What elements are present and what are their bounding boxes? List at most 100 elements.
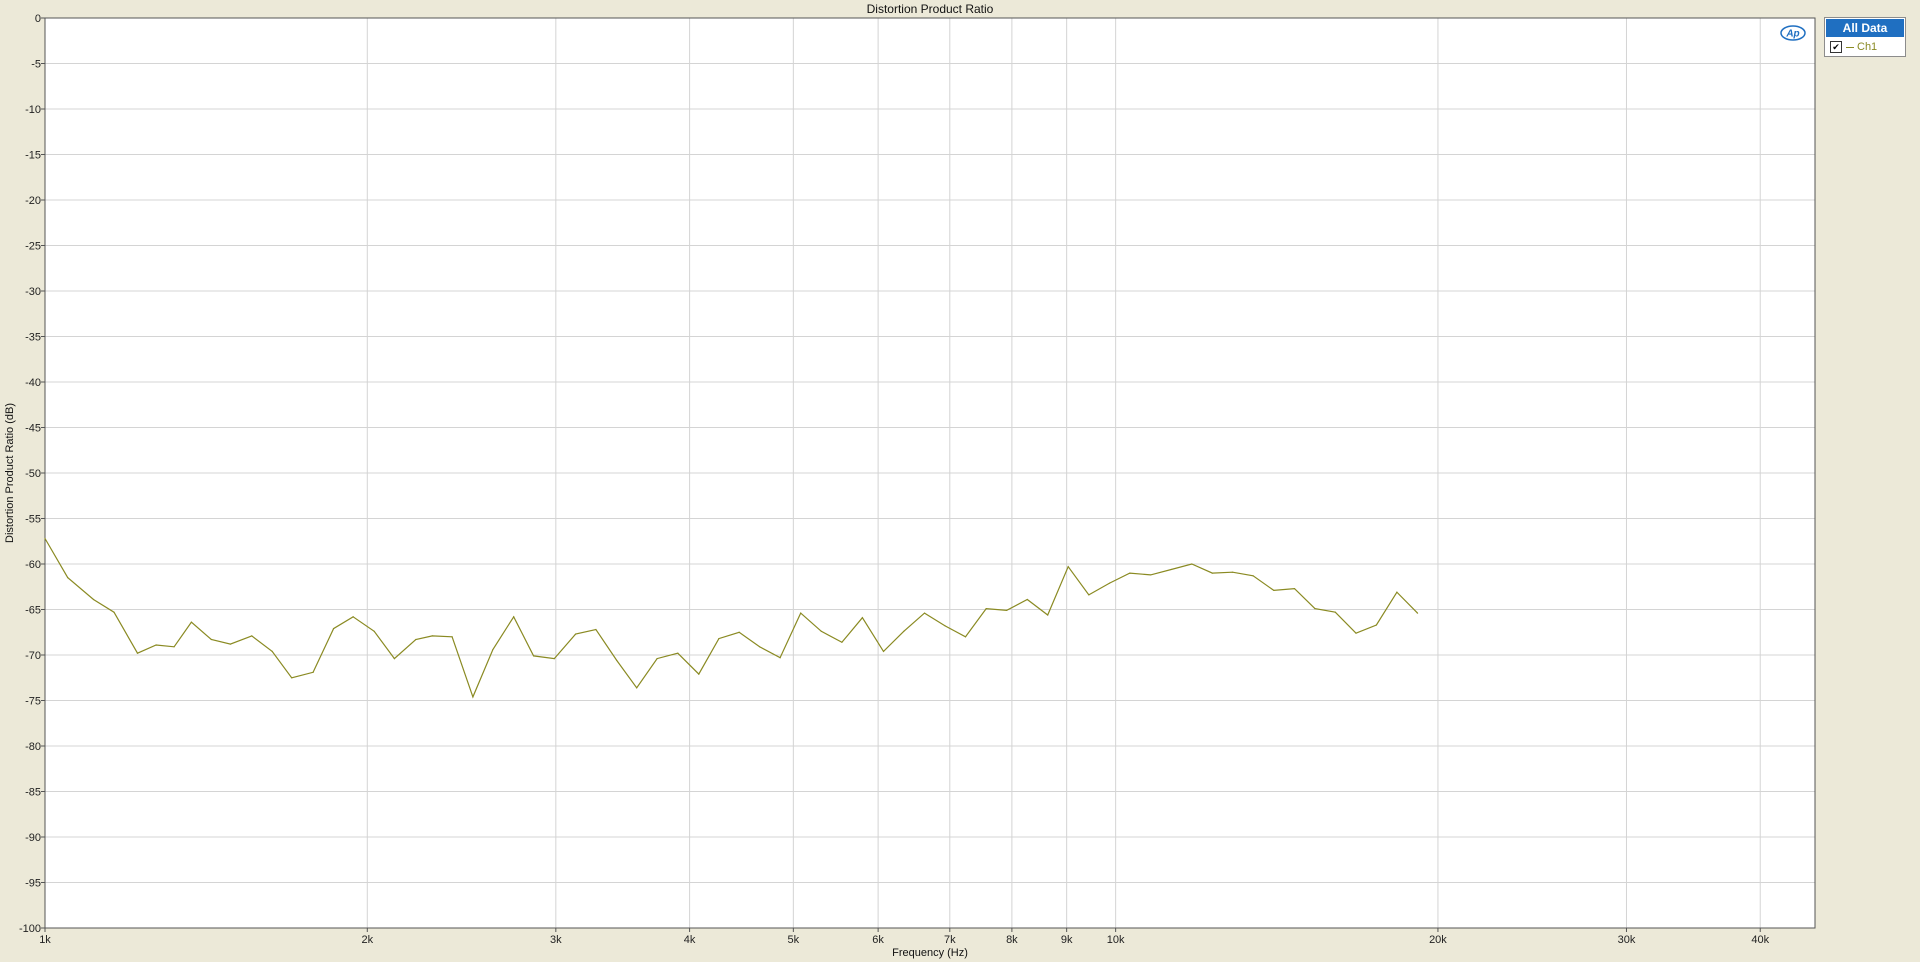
- legend-item-label: Ch1: [1857, 41, 1878, 53]
- y-tick-label: -10: [25, 104, 41, 116]
- x-tick-label: 6k: [872, 934, 884, 946]
- data-point: [451, 636, 453, 638]
- data-point: [636, 687, 638, 689]
- x-tick-label: 8k: [1006, 934, 1018, 946]
- data-point: [190, 621, 192, 623]
- x-tick-label: 10k: [1107, 934, 1125, 946]
- x-tick-label: 40k: [1751, 934, 1769, 946]
- data-point: [1314, 607, 1316, 610]
- x-tick-label: 1k: [39, 934, 51, 946]
- data-point: [393, 658, 395, 660]
- data-point: [1149, 574, 1152, 576]
- line-swatch-icon: [1846, 46, 1854, 48]
- data-point: [841, 641, 843, 643]
- y-tick-label: -85: [25, 787, 41, 799]
- data-point: [291, 677, 293, 679]
- data-point: [513, 616, 515, 618]
- data-point: [1355, 632, 1357, 634]
- data-point: [44, 537, 46, 540]
- y-tick-label: -15: [25, 150, 41, 162]
- data-point: [415, 638, 417, 641]
- data-point: [964, 636, 967, 638]
- data-point: [1026, 598, 1028, 601]
- y-tick-label: -65: [25, 605, 41, 617]
- data-point: [210, 638, 212, 641]
- legend-item-ch1[interactable]: ✔ Ch1: [1830, 40, 1877, 54]
- ap-logo-text: Ap: [1785, 29, 1799, 40]
- y-tick-label: -50: [25, 468, 41, 480]
- data-point: [229, 643, 232, 645]
- data-point: [779, 657, 781, 659]
- data-point: [595, 628, 597, 631]
- data-point: [861, 617, 863, 619]
- chart-svg: 0 -5 -10 -15 -20 -25 -30 -35 -40 -45 -50 -55 -60 -65 -…: [4, 2, 1816, 959]
- data-point: [553, 658, 555, 660]
- data-point: [677, 652, 679, 654]
- data-point: [759, 646, 761, 648]
- x-tick-label: 20k: [1429, 934, 1447, 946]
- y-tick-label: -75: [25, 696, 41, 708]
- data-point: [67, 577, 69, 579]
- data-point: [1108, 582, 1111, 584]
- chart-title: Distortion Product Ratio: [867, 2, 994, 16]
- y-axis-title: Distortion Product Ratio (dB): [4, 403, 16, 543]
- x-tick-label: 3k: [550, 934, 562, 946]
- y-tick-label: -35: [25, 332, 41, 344]
- data-point: [1375, 624, 1377, 626]
- data-point: [698, 673, 700, 675]
- data-point: [1396, 591, 1398, 593]
- data-point: [271, 650, 273, 652]
- data-point: [136, 652, 139, 654]
- y-tick-label: -55: [25, 514, 41, 526]
- data-point: [944, 625, 946, 627]
- y-tick-label: -60: [25, 559, 41, 571]
- legend-header[interactable]: All Data: [1826, 19, 1904, 37]
- data-point: [718, 638, 720, 640]
- data-point: [882, 650, 885, 652]
- data-point: [533, 655, 535, 657]
- data-point: [492, 648, 494, 651]
- y-tick-label: -80: [25, 741, 41, 753]
- data-point: [1273, 589, 1275, 591]
- data-point: [656, 658, 658, 660]
- y-tick-label: -30: [25, 286, 41, 298]
- data-point: [738, 631, 740, 633]
- y-tick-label: -20: [25, 195, 41, 207]
- data-point: [1252, 575, 1254, 577]
- data-point: [1129, 572, 1131, 574]
- data-point: [923, 612, 926, 614]
- data-point: [1293, 587, 1296, 590]
- y-tick-label: -45: [25, 423, 41, 435]
- data-point: [332, 628, 335, 630]
- legend-panel: All Data ✔ Ch1: [1824, 17, 1906, 57]
- data-point: [1416, 612, 1419, 614]
- data-point: [1006, 609, 1008, 612]
- data-point: [113, 611, 115, 613]
- y-tick-label: -5: [31, 59, 41, 71]
- data-point: [1232, 571, 1234, 573]
- data-point: [1211, 572, 1213, 574]
- y-tick-label: 0: [35, 13, 41, 25]
- x-tick-label: 2k: [361, 934, 373, 946]
- data-point: [1047, 614, 1049, 616]
- data-point: [312, 671, 314, 673]
- x-tick-label: 30k: [1618, 934, 1636, 946]
- x-tick-label: 4k: [684, 934, 696, 946]
- x-tick-label: 5k: [788, 934, 800, 946]
- chart-area: 0 -5 -10 -15 -20 -25 -30 -35 -40 -45 -50 -55 -60 -65 -…: [0, 0, 1920, 962]
- data-point: [173, 646, 175, 648]
- x-tick-label: 7k: [944, 934, 956, 946]
- data-point: [472, 696, 474, 698]
- data-point: [352, 616, 354, 618]
- y-tick-label: -95: [25, 878, 41, 890]
- data-point: [155, 644, 157, 646]
- data-point: [1067, 566, 1069, 568]
- ap-logo: Ap: [1780, 25, 1806, 41]
- checkbox-icon[interactable]: ✔: [1830, 41, 1842, 53]
- y-tick-label: -25: [25, 241, 41, 253]
- data-point: [616, 659, 618, 662]
- data-point: [92, 598, 95, 601]
- data-point: [985, 607, 987, 610]
- data-point: [1170, 568, 1172, 571]
- data-point: [1191, 563, 1193, 565]
